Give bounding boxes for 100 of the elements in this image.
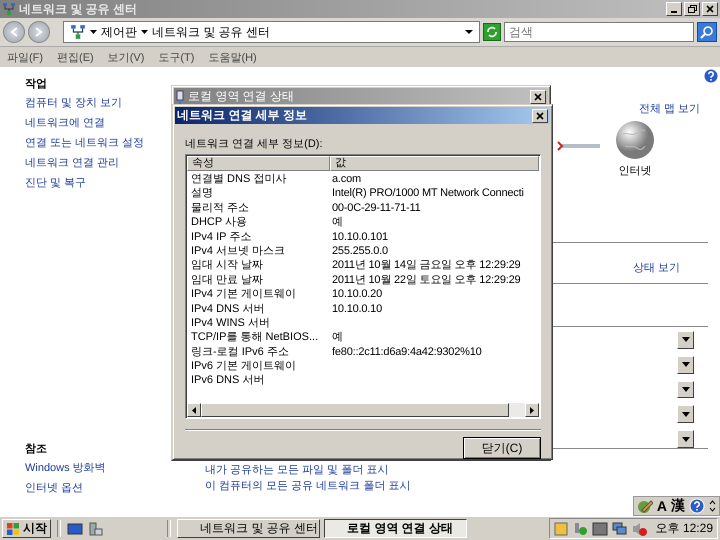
chevron-icon[interactable]	[90, 30, 97, 34]
dialog-title: 네트워크 연결 세부 정보	[177, 107, 308, 124]
task-link[interactable]: 네트워크 연결 관리	[25, 156, 120, 171]
see-also-link[interactable]: 인터넷 옵션	[25, 481, 84, 496]
help-icon[interactable]	[704, 69, 718, 83]
value-cell: 10.10.0.20	[331, 287, 382, 302]
hanja-toggle[interactable]: 漢	[671, 497, 685, 515]
property-cell-text: IPv4 WINS 서버	[190, 316, 271, 330]
dialog-title: 로컬 영역 연결 상태	[188, 88, 294, 105]
forward-button[interactable]	[28, 21, 50, 43]
taskbar-button[interactable]: 로컬 영역 연결 상태	[324, 519, 467, 538]
search-icon	[700, 25, 714, 39]
clock: 오후 12:29	[656, 520, 713, 537]
expand-button[interactable]	[677, 405, 694, 424]
column-header[interactable]: 값	[330, 156, 539, 171]
property-cell-text: TCP/IP를 통해 NetBIOS...	[190, 330, 320, 345]
value-cell: 10.10.0.10	[331, 302, 382, 316]
close-dialog-button[interactable]: 닫기(C)	[463, 437, 541, 459]
network-status-icon[interactable]	[612, 520, 628, 536]
network-icon	[2, 2, 16, 16]
breadcrumb-item[interactable]: 제어판	[101, 24, 137, 40]
dropdown-arrow-icon[interactable]	[465, 30, 473, 34]
input-mode-toggle[interactable]: A	[656, 498, 667, 514]
value-cell: 예	[331, 215, 343, 230]
property-cell-text: DHCP 사용	[190, 215, 248, 230]
help-icon[interactable]	[689, 498, 705, 514]
share-link[interactable]: 내가 공유하는 모든 파일 및 폴더 표시	[205, 463, 708, 478]
menu-item[interactable]: 도구(T)	[158, 50, 194, 64]
value-cell: 255.255.0.0	[331, 244, 388, 258]
property-cell-text: IPv6 기본 게이트웨이	[190, 359, 298, 374]
windows-flag-icon	[6, 522, 20, 536]
horizontal-scrollbar[interactable]	[187, 403, 539, 417]
close-button[interactable]	[532, 108, 548, 122]
dropdown-arrow-icon	[682, 436, 690, 442]
property-cell-text: IPv4 기본 게이트웨이	[190, 287, 298, 302]
property-cell-text: IPv4 DNS 서버	[190, 302, 266, 316]
tray-app-icon[interactable]	[554, 522, 568, 536]
menu-item[interactable]: 도움말(H)	[208, 50, 257, 64]
right-arrow-icon[interactable]	[530, 406, 534, 414]
property-cell-text: 연결별 DNS 접미사	[190, 172, 288, 186]
expand-button[interactable]	[677, 380, 694, 398]
property-cell-text: 설명	[190, 186, 214, 201]
dropdown-arrow-icon	[682, 386, 690, 392]
column-header[interactable]: 속성	[187, 156, 330, 171]
expand-button[interactable]	[677, 356, 694, 374]
expand-button[interactable]	[677, 430, 694, 448]
options-arrow-icon[interactable]	[709, 499, 716, 513]
value-cell: 10.10.0.101	[331, 230, 388, 244]
task-link[interactable]: 연결 또는 네트워크 설정	[25, 136, 144, 151]
share-link[interactable]: 이 컴퓨터의 모든 공유 네트워크 폴더 표시	[205, 479, 708, 494]
section-heading: 참조	[25, 442, 47, 456]
breadcrumb-item[interactable]: 네트워크 및 공유 센터	[152, 24, 270, 40]
muted-speaker-icon[interactable]	[632, 520, 648, 536]
vm-icon[interactable]	[592, 522, 608, 536]
menu-item[interactable]: 편집(E)	[57, 50, 94, 64]
menu-item[interactable]: 보기(V)	[108, 50, 144, 64]
left-arrow-icon[interactable]	[192, 406, 196, 414]
desktop-icon[interactable]	[67, 522, 83, 536]
task-link[interactable]: 컴퓨터 및 장치 보기	[25, 96, 122, 111]
property-cell-text: IPv4 IP 주소	[190, 230, 252, 244]
status-link[interactable]: 상태 보기	[632, 261, 680, 276]
task-link[interactable]: 네트워크에 연결	[25, 116, 106, 131]
section-heading: 작업	[25, 77, 47, 91]
value-cell: a.com	[331, 172, 361, 186]
expand-button[interactable]	[677, 331, 694, 349]
dropdown-arrow-icon	[682, 362, 690, 368]
minimize-button[interactable]	[666, 2, 682, 16]
taskbar-button[interactable]: 네트워크 및 공유 센터	[177, 519, 320, 538]
restore-button[interactable]	[684, 2, 700, 16]
property-cell-text: IPv4 서브넷 마스크	[190, 244, 286, 258]
close-button[interactable]	[702, 2, 718, 16]
network-icon	[70, 24, 86, 40]
full-map-link[interactable]: 전체 맵 보기	[638, 102, 700, 117]
see-also-link[interactable]: Windows 방화벽	[25, 461, 106, 476]
value-cell: fe80::2c11:d6a9:4a42:9302%10	[331, 344, 482, 360]
refresh-icon	[486, 26, 498, 38]
menu-item[interactable]: 파일(F)	[7, 50, 44, 64]
value-cell: 예	[331, 330, 343, 345]
property-cell-text: 임대 만료 날짜	[190, 272, 264, 288]
value-cell: 2011년 10월 22일 토요일 오후 12:29:29	[331, 272, 520, 288]
restore-icon	[688, 5, 696, 13]
dropdown-arrow-icon	[682, 412, 690, 417]
internet-label: 인터넷	[618, 164, 652, 178]
refresh-button[interactable]	[483, 23, 501, 41]
task-link[interactable]: 진단 및 복구	[25, 176, 86, 191]
pen-icon[interactable]	[636, 498, 653, 514]
network-cable-icon	[176, 90, 184, 104]
address-bar[interactable]: 제어판 네트워크 및 공유 센터	[63, 21, 480, 43]
search-field[interactable]: 검색	[504, 22, 694, 42]
window-title: 네트워크 및 공유 센터	[19, 0, 138, 18]
start-button[interactable]: 시작	[2, 519, 51, 538]
search-button[interactable]	[697, 22, 717, 42]
property-cell-text: 물리적 주소	[190, 200, 250, 216]
close-icon	[536, 112, 544, 120]
disconnected-link-drawing	[556, 140, 601, 152]
chevron-icon[interactable]	[141, 30, 148, 34]
list-label: 네트워크 연결 세부 정보(D):	[185, 137, 324, 151]
globe-icon	[615, 120, 655, 160]
back-button[interactable]	[3, 21, 25, 43]
value-cell: 00-0C-29-11-71-11	[331, 200, 421, 216]
